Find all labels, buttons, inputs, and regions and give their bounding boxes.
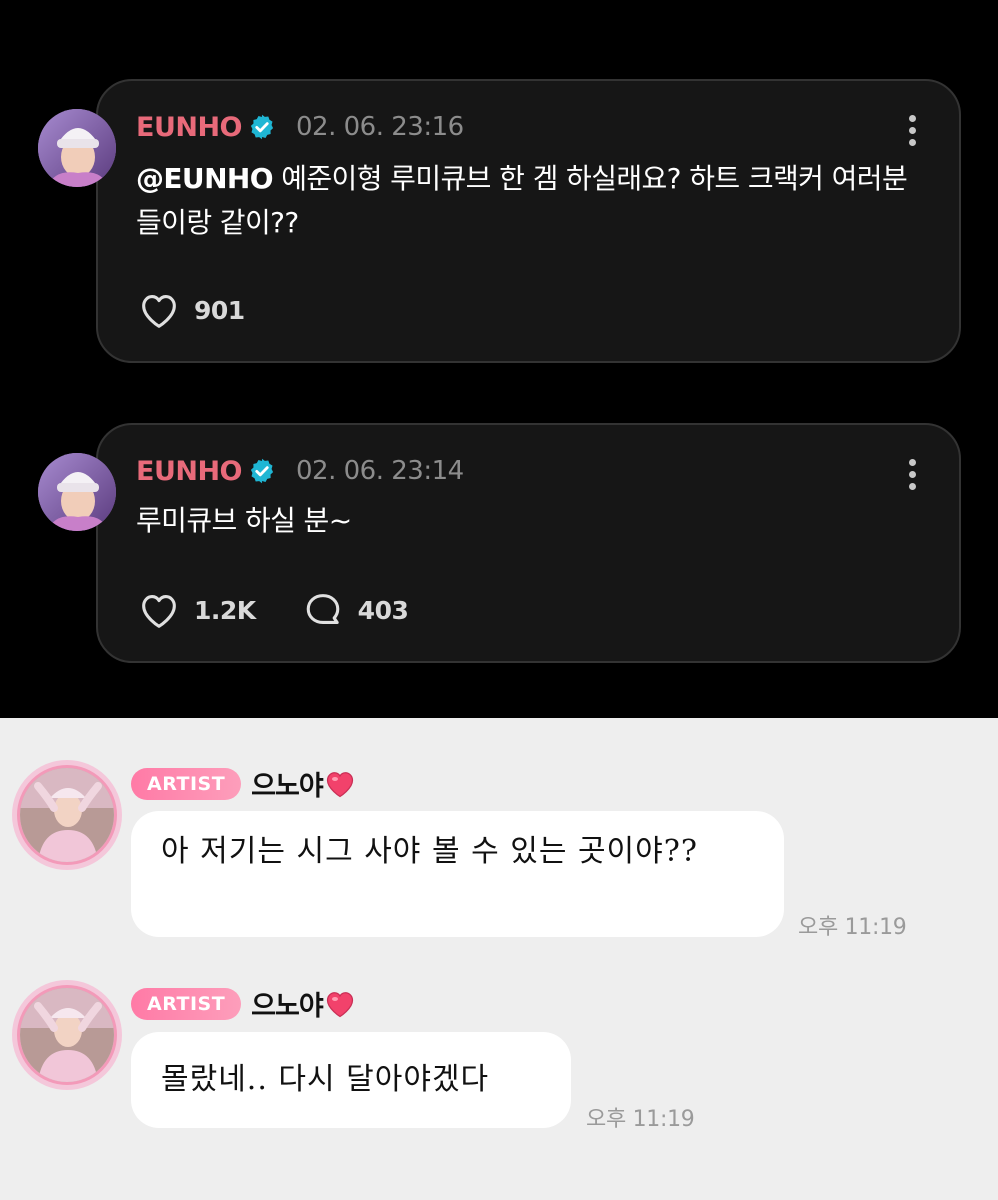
comment-button[interactable]: 403	[300, 587, 409, 633]
message-time: 오후 11:19	[798, 915, 907, 940]
verified-check-icon	[250, 458, 274, 484]
post-timestamp: 02. 06. 23:16	[296, 112, 464, 142]
like-button[interactable]: 901	[136, 287, 245, 333]
artist-badge: ARTIST	[131, 987, 242, 1020]
sender-name: 으노야	[251, 771, 324, 802]
heart-emoji-icon	[326, 771, 353, 797]
post-body: 루미큐브 하실 분~	[136, 499, 916, 543]
like-count: 901	[194, 295, 245, 325]
avatar-illustration	[38, 453, 116, 531]
post-card[interactable]: EUNHO 02. 06. 23:16 @EUNHO 예준이형 루미큐브 한 겜…	[96, 79, 961, 363]
post-header: EUNHO 02. 06. 23:16	[136, 109, 464, 145]
sender-name: 으노야	[251, 991, 324, 1022]
post-text: 루미큐브 하실 분~	[136, 504, 352, 537]
author-name[interactable]: EUNHO	[136, 112, 243, 143]
comment-count: 403	[357, 595, 409, 625]
more-options-icon[interactable]	[909, 459, 917, 490]
like-count: 1.2K	[194, 595, 256, 625]
avatar-illustration	[20, 768, 114, 862]
heart-icon	[142, 295, 176, 328]
post-timestamp: 02. 06. 23:14	[296, 456, 464, 486]
message-header: ARTIST 으노야	[131, 984, 355, 1023]
more-options-icon[interactable]	[909, 115, 917, 146]
avatar[interactable]	[38, 109, 116, 187]
message-bubble[interactable]: 몰랐네.. 다시 달아야겠다	[131, 1032, 571, 1128]
comment-bubble-icon	[306, 594, 339, 624]
post-body: @EUNHO 예준이형 루미큐브 한 겜 하실래요? 하트 크랙커 여러분들이랑…	[136, 157, 916, 245]
post-card[interactable]: EUNHO 02. 06. 23:14 루미큐브 하실 분~ 1.2K 403	[96, 423, 961, 663]
avatar[interactable]	[38, 453, 116, 531]
post-feed: EUNHO 02. 06. 23:16 @EUNHO 예준이형 루미큐브 한 겜…	[0, 0, 998, 718]
message-bubble[interactable]: 아 저기는 시그 사야 볼 수 있는 곳이야??	[131, 811, 784, 937]
artist-avatar[interactable]	[12, 980, 122, 1090]
like-button[interactable]: 1.2K	[136, 587, 256, 633]
chat-thread: ARTIST 으노야 아 저기는 시그 사야 볼 수 있는 곳이야?? 오후 1…	[0, 718, 998, 1200]
message-header: ARTIST 으노야	[131, 764, 355, 803]
heart-icon	[142, 595, 176, 628]
author-name[interactable]: EUNHO	[136, 456, 243, 487]
mention-link[interactable]: @EUNHO	[136, 162, 274, 195]
artist-badge: ARTIST	[131, 767, 242, 800]
verified-check-icon	[250, 114, 274, 140]
artist-avatar[interactable]	[12, 760, 122, 870]
post-actions: 1.2K 403	[136, 587, 452, 633]
heart-emoji-icon	[326, 991, 353, 1017]
avatar-illustration	[38, 109, 116, 187]
post-actions: 901	[136, 287, 289, 333]
avatar-illustration	[20, 988, 114, 1082]
message-time: 오후 11:19	[586, 1107, 695, 1132]
post-header: EUNHO 02. 06. 23:14	[136, 453, 464, 489]
